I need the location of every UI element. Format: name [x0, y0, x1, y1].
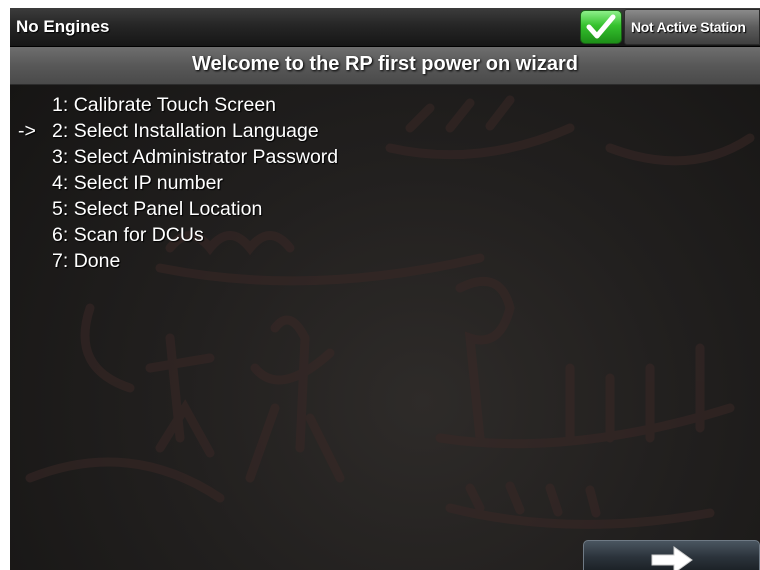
wizard-title: Welcome to the RP first power on wizard	[192, 53, 578, 75]
right-arrow-icon	[651, 546, 693, 570]
step-item-select-panel-location[interactable]: 5: Select Panel Location	[10, 198, 610, 224]
step-number: 4:	[52, 172, 69, 194]
step-item-select-ip-number[interactable]: 4: Select IP number	[10, 172, 610, 198]
step-label: Select IP number	[73, 172, 223, 194]
step-item-select-administrator-password[interactable]: 3: Select Administrator Password	[10, 146, 610, 172]
station-status-button[interactable]: Not Active Station	[624, 9, 760, 45]
checkmark-icon	[586, 14, 616, 39]
status-indicator[interactable]	[580, 10, 622, 44]
step-number: 1:	[52, 94, 69, 116]
station-status-label: Not Active Station	[631, 19, 746, 35]
step-item-select-installation-language[interactable]: -> 2: Select Installation Language	[10, 120, 610, 146]
step-number: 3:	[52, 146, 69, 168]
step-label: Select Panel Location	[73, 198, 263, 220]
step-number: 6:	[52, 224, 69, 246]
wizard-step-list: 1: Calibrate Touch Screen -> 2: Select I…	[10, 94, 610, 276]
step-item-done[interactable]: 7: Done	[10, 250, 610, 276]
current-step-marker: ->	[18, 120, 36, 142]
next-button[interactable]	[583, 540, 760, 570]
rock-carving-background	[25, 95, 755, 529]
step-label: Done	[73, 250, 121, 272]
top-status-bar: No Engines Not Active Station	[10, 8, 760, 47]
step-label: Select Installation Language	[73, 120, 319, 142]
wizard-title-bar: Welcome to the RP first power on wizard	[10, 47, 760, 85]
step-number: 2:	[52, 120, 69, 142]
step-item-calibrate-touch-screen[interactable]: 1: Calibrate Touch Screen	[10, 94, 610, 120]
step-item-scan-for-dcus[interactable]: 6: Scan for DCUs	[10, 224, 610, 250]
engines-status-label: No Engines	[16, 17, 110, 36]
step-label: Scan for DCUs	[73, 224, 204, 246]
wizard-screen: No Engines Not Active Station Welcome to…	[10, 8, 760, 570]
step-number: 7:	[52, 250, 69, 272]
step-label: Calibrate Touch Screen	[73, 94, 277, 116]
step-label: Select Administrator Password	[73, 146, 339, 168]
step-number: 5:	[52, 198, 69, 220]
